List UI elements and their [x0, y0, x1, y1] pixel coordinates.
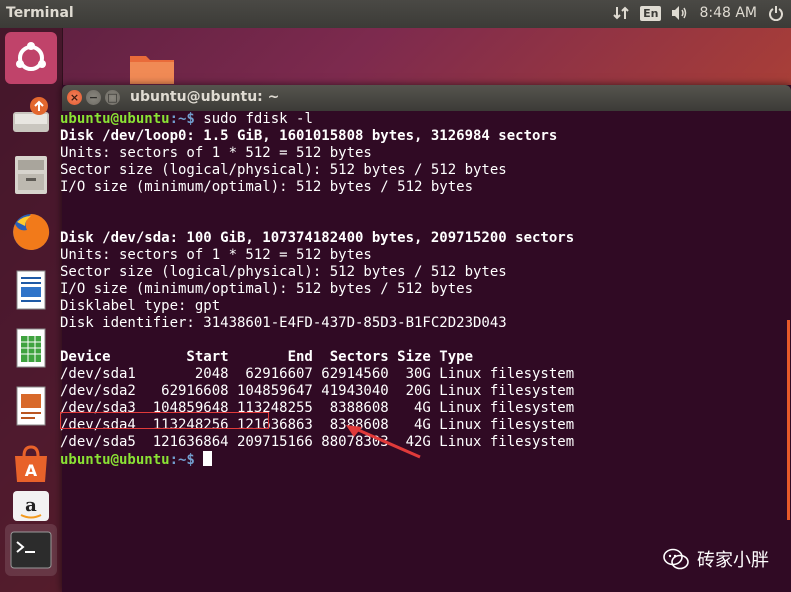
launcher: A a — [0, 28, 63, 592]
ubuntu-dash-icon[interactable] — [5, 32, 57, 84]
libreoffice-calc-icon[interactable] — [5, 322, 57, 374]
prompt-path: :~$ — [169, 111, 195, 127]
network-icon[interactable] — [612, 4, 630, 22]
output-line: Disk /dev/sda: 100 GiB, 107374182400 byt… — [60, 230, 575, 246]
wechat-icon — [663, 548, 689, 570]
terminal-window[interactable]: × − □ ubuntu@ubuntu: ~ ubuntu@ubuntu:~$ … — [60, 85, 791, 592]
desktop-folder-icon[interactable] — [128, 50, 176, 86]
prompt-user: ubuntu@ubuntu — [60, 452, 170, 468]
terminal-output[interactable]: ubuntu@ubuntu:~$ sudo fdisk -l Disk /dev… — [60, 111, 791, 592]
libreoffice-writer-icon[interactable] — [5, 264, 57, 316]
watermark: 砖家小胖 — [663, 546, 769, 572]
close-button[interactable]: × — [67, 90, 82, 105]
output-line: I/O size (minimum/optimal): 512 bytes / … — [60, 281, 474, 297]
output-line: Sector size (logical/physical): 512 byte… — [60, 162, 507, 178]
output-line: Disk identifier: 31438601-E4FD-437D-85D3… — [60, 315, 507, 331]
final-prompt-line[interactable]: ubuntu@ubuntu:~$ — [60, 451, 213, 468]
power-icon[interactable] — [767, 4, 785, 22]
text-cursor — [203, 451, 213, 466]
top-panel: Terminal En 8:48 AM — [0, 0, 791, 28]
annotation-arrow-icon — [346, 425, 421, 459]
terminal-title: ubuntu@ubuntu: ~ — [130, 89, 280, 105]
terminal-scrollbar[interactable] — [787, 320, 790, 520]
command-line: ubuntu@ubuntu:~$ sudo fdisk -l — [60, 111, 313, 128]
libreoffice-impress-icon[interactable] — [5, 380, 57, 432]
keyboard-language-indicator[interactable]: En — [640, 5, 662, 21]
files-cabinet-icon[interactable] — [5, 148, 57, 200]
active-app-title: Terminal — [6, 5, 74, 21]
output-line: Units: sectors of 1 * 512 = 512 bytes — [60, 145, 372, 161]
minimize-button[interactable]: − — [86, 90, 101, 105]
svg-text:a: a — [25, 495, 37, 516]
terminal-icon[interactable] — [5, 524, 57, 576]
watermark-text: 砖家小胖 — [697, 550, 769, 571]
software-updater-icon[interactable] — [5, 90, 57, 142]
ubuntu-software-icon[interactable]: A — [5, 438, 57, 490]
disklabel-highlight-box — [60, 412, 269, 429]
output-line: /dev/sda1 2048 62916607 62914560 30G Lin… — [60, 366, 575, 382]
system-tray: En 8:48 AM — [612, 4, 785, 22]
prompt-user: ubuntu@ubuntu — [60, 111, 170, 127]
maximize-button[interactable]: □ — [105, 90, 120, 105]
output-line: /dev/sda2 62916608 104859647 41943040 20… — [60, 383, 575, 399]
volume-icon[interactable] — [671, 4, 689, 22]
output-line: /dev/sda5 121636864 209715166 88078303 4… — [60, 434, 575, 450]
prompt-path: :~$ — [169, 452, 195, 468]
clock[interactable]: 8:48 AM — [699, 5, 757, 21]
svg-text:A: A — [25, 461, 38, 480]
terminal-titlebar[interactable]: × − □ ubuntu@ubuntu: ~ — [62, 85, 791, 111]
firefox-icon[interactable] — [5, 206, 57, 258]
output-line: Device Start End Sectors Size Type — [60, 349, 474, 365]
output-line: Disklabel type: gpt — [60, 298, 221, 314]
output-line: Sector size (logical/physical): 512 byte… — [60, 264, 507, 280]
output-line: I/O size (minimum/optimal): 512 bytes / … — [60, 179, 474, 195]
output-line: Units: sectors of 1 * 512 = 512 bytes — [60, 247, 372, 263]
output-line: Disk /dev/loop0: 1.5 GiB, 1601015808 byt… — [60, 128, 558, 144]
command-text: sudo fdisk -l — [194, 111, 313, 127]
amazon-icon[interactable]: a — [5, 488, 57, 524]
